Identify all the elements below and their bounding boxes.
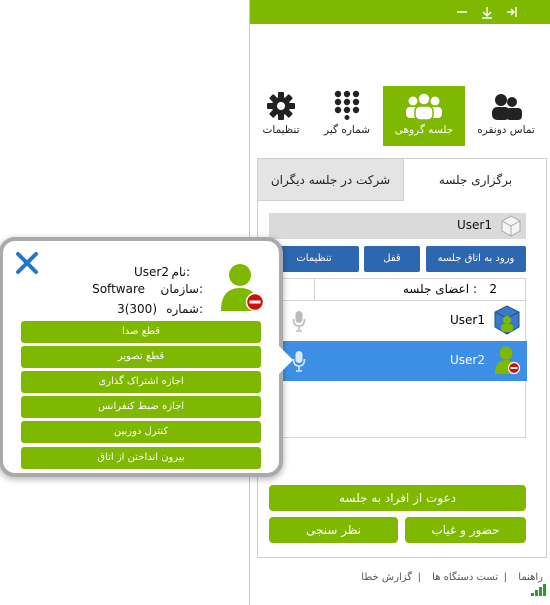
member-row[interactable]: User1 bbox=[270, 301, 527, 341]
minimize-icon[interactable] bbox=[453, 3, 471, 21]
tab-two-party-call[interactable]: تماس دونفره bbox=[475, 86, 537, 146]
organization-label: سازمان: bbox=[160, 282, 203, 296]
host-cube-avatar-icon bbox=[493, 305, 521, 338]
footer: راهنما | تست دستگاه ها | گزارش خطا bbox=[250, 570, 550, 596]
member-info-popup: نام: User2 سازمان: Software شماره: 3(300… bbox=[3, 241, 293, 473]
tab-host-meeting[interactable]: برگزاری جلسه bbox=[404, 159, 547, 201]
member-row-selected[interactable]: User2 bbox=[270, 341, 527, 381]
tab-label: تماس دونفره bbox=[477, 124, 535, 136]
kick-from-room-button[interactable]: بیرون انداختن از اتاق bbox=[21, 447, 261, 469]
members-count-label: اعضای جلسه : bbox=[402, 282, 477, 296]
members-count: 2 bbox=[489, 282, 497, 296]
meeting-settings-button[interactable]: تنظیمات bbox=[269, 246, 359, 272]
tab-label: جلسه گروهی bbox=[394, 124, 454, 136]
device-test-link[interactable]: تست دستگاه ها bbox=[432, 572, 498, 583]
gear-icon bbox=[250, 86, 312, 120]
mute-audio-button[interactable]: قطع صدا bbox=[21, 321, 261, 343]
app-window: تماس دونفره جلسه گروهی شماره گیر تنظیمات… bbox=[249, 0, 550, 605]
two-users-icon bbox=[475, 86, 537, 120]
session-name-field: User1 bbox=[269, 213, 526, 239]
session-name: User1 bbox=[457, 218, 492, 232]
footer-separator: | bbox=[417, 572, 421, 583]
name-label: نام: bbox=[171, 265, 190, 279]
poll-button[interactable]: نظر سنجی bbox=[269, 517, 398, 543]
name-value: User2 bbox=[134, 265, 169, 279]
tab-group-meeting[interactable]: جلسه گروهی bbox=[383, 86, 465, 146]
footer-separator: | bbox=[503, 572, 507, 583]
member-name: User2 bbox=[450, 353, 485, 367]
room-cube-icon bbox=[500, 215, 522, 241]
signal-strength-icon bbox=[531, 584, 547, 599]
camera-control-button[interactable]: کنترل دوربین bbox=[21, 421, 261, 443]
enter-room-button[interactable]: ورود به اتاق جلسه bbox=[426, 246, 526, 272]
allow-recording-button[interactable]: اجازه ضبط کنفرانس bbox=[21, 396, 261, 418]
bug-report-link[interactable]: گزارش خطا bbox=[361, 572, 412, 583]
main-nav: تماس دونفره جلسه گروهی شماره گیر تنظیمات bbox=[250, 86, 550, 146]
attendance-button[interactable]: حضور و غیاب bbox=[405, 517, 526, 543]
user-offline-avatar-icon bbox=[493, 345, 521, 378]
stop-video-button[interactable]: قطع تصویر bbox=[21, 346, 261, 368]
column-divider bbox=[314, 279, 315, 301]
number-value: 3(300) bbox=[117, 302, 157, 316]
number-label: شماره: bbox=[166, 302, 203, 316]
members-list: اعضای جلسه : 2 User1 User2 bbox=[269, 278, 527, 438]
tab-label: تنظیمات bbox=[262, 124, 300, 136]
minimize-to-tray-icon[interactable] bbox=[478, 3, 496, 21]
close-icon[interactable] bbox=[15, 251, 39, 275]
tab-dialer[interactable]: شماره گیر bbox=[316, 86, 378, 146]
group-icon bbox=[383, 86, 465, 120]
tab-settings[interactable]: تنظیمات bbox=[250, 86, 312, 146]
microphone-icon[interactable] bbox=[292, 350, 306, 375]
dialpad-icon bbox=[316, 86, 378, 120]
popup-pointer bbox=[279, 346, 293, 374]
pin-icon[interactable] bbox=[503, 3, 521, 21]
members-header: اعضای جلسه : 2 bbox=[270, 279, 527, 301]
organization-value: Software bbox=[92, 282, 145, 296]
member-name: User1 bbox=[450, 313, 485, 327]
meeting-panel: برگزاری جلسه شرکت در جلسه دیگران User1 و… bbox=[257, 158, 547, 558]
tab-join-others-meeting[interactable]: شرکت در جلسه دیگران bbox=[258, 159, 404, 201]
help-link[interactable]: راهنما bbox=[518, 572, 543, 583]
invite-people-button[interactable]: دعوت از افراد به جلسه bbox=[269, 485, 526, 511]
user-offline-avatar-icon bbox=[219, 261, 267, 317]
tab-label: شماره گیر bbox=[324, 124, 370, 136]
allow-sharing-button[interactable]: اجازه اشتراک گذاری bbox=[21, 371, 261, 393]
title-bar bbox=[250, 0, 550, 24]
microphone-icon[interactable] bbox=[292, 310, 306, 335]
lock-button[interactable]: قفل bbox=[364, 246, 420, 272]
